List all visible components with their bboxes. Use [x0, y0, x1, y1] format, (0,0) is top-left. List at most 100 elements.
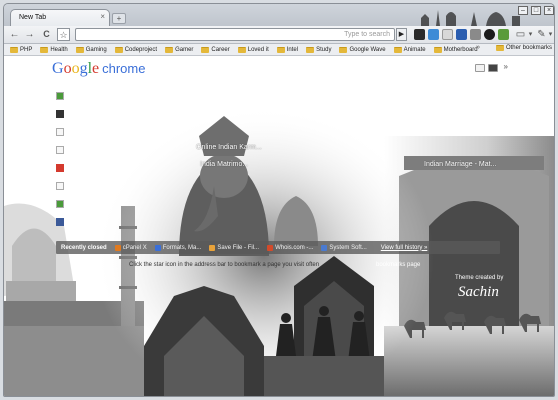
extension-icon[interactable]	[456, 29, 467, 40]
new-tab-page: Google chrome » Online Indian Karm... Ind…	[4, 56, 554, 396]
google-favicon-icon[interactable]	[56, 200, 64, 208]
folder-icon	[10, 46, 18, 53]
bookmark-label: Health	[50, 46, 68, 53]
view-full-history-link[interactable]: View full history »	[381, 245, 428, 251]
recently-closed-label: cPanel X	[122, 244, 147, 251]
bookmark-folder[interactable]: Health	[40, 46, 68, 53]
bookmark-folder[interactable]: Motherboard	[433, 46, 478, 53]
bookmark-label: PHP	[20, 46, 33, 53]
site-favicon-icon	[154, 244, 161, 251]
bookmark-folder[interactable]: Google Wave	[339, 46, 386, 53]
most-visited-favicons	[56, 92, 64, 226]
folder-icon	[114, 46, 123, 53]
folder-icon	[495, 45, 504, 51]
folder-icon	[40, 46, 49, 53]
recently-closed-item[interactable]: cPanel X	[114, 244, 147, 251]
logo-letter: o	[71, 60, 80, 77]
most-visited-tile-label[interactable]: India Matrimo...	[200, 161, 248, 168]
other-bookmarks-folder[interactable]: Other bookmarks	[495, 45, 552, 51]
site-favicon-icon	[209, 244, 216, 251]
bookmarks-bar: PHP Health Gaming Codeproject Gamer Care…	[4, 44, 554, 56]
logo-letter: g	[79, 60, 88, 77]
google-chrome-logo: Google chrome	[52, 60, 145, 78]
most-visited-tile-label[interactable]: Online Indian Karm...	[196, 144, 262, 151]
bookmark-folder[interactable]: Codeproject	[114, 46, 157, 53]
bookmark-folder[interactable]: Animate	[393, 46, 426, 53]
bookmark-label: Intel	[286, 46, 299, 53]
recently-closed-item[interactable]: Formats, Ma...	[154, 244, 202, 251]
recently-closed-label: Formats, Ma...	[162, 244, 202, 251]
bookmark-folder[interactable]: Gamer	[165, 46, 194, 53]
recently-closed-label: Save File - Fil...	[217, 244, 260, 251]
back-button[interactable]: ←	[8, 28, 21, 41]
list-view-icon[interactable]	[488, 64, 498, 72]
folder-icon	[237, 46, 246, 53]
bookmark-label: Gamer	[175, 46, 194, 53]
theme-credit-label: Theme created by	[455, 275, 504, 281]
tab-strip: New Tab × + – □ ×	[4, 4, 554, 26]
recently-closed-title: Recently closed	[61, 244, 107, 251]
facebook-icon[interactable]	[56, 218, 64, 226]
theme-background-image	[4, 106, 554, 396]
bookmark-label: Study	[316, 46, 332, 53]
recently-closed-item[interactable]: Save File - Fil...	[209, 244, 260, 251]
bookmark-folder[interactable]: Intel	[276, 46, 299, 53]
forward-button[interactable]: →	[23, 28, 36, 41]
extension-icon[interactable]	[414, 29, 425, 40]
folder-icon	[433, 46, 442, 53]
close-icon[interactable]: ×	[100, 13, 105, 21]
most-visited-tile-label[interactable]: Indian Marriage - Mat...	[424, 161, 496, 168]
folder-icon	[75, 46, 84, 53]
bookmark-folder[interactable]: PHP	[10, 46, 33, 53]
page-icon[interactable]	[56, 128, 64, 136]
tools-menu-chevron-icon[interactable]: ▾	[544, 28, 554, 41]
extension-icon[interactable]	[442, 29, 453, 40]
thumbnail-view-icon[interactable]	[475, 64, 485, 72]
bookmark-folder[interactable]: Career	[201, 46, 230, 53]
extension-icon[interactable]	[428, 29, 439, 40]
bookmark-folder[interactable]: Study	[306, 46, 332, 53]
folder-icon	[339, 46, 348, 53]
logo-letter: o	[63, 60, 72, 77]
view-more-chevron-icon[interactable]: »	[504, 62, 508, 71]
close-window-button[interactable]: ×	[544, 6, 554, 15]
bookmark-star-button[interactable]: ☆	[57, 28, 70, 41]
recently-closed-item[interactable]: System Soft...	[321, 244, 367, 251]
site-favicon-icon[interactable]	[56, 164, 64, 172]
logo-letter: G	[52, 60, 64, 77]
other-bookmarks-label: Other bookmarks	[505, 45, 552, 51]
reload-button[interactable]: C	[40, 28, 53, 41]
extension-icon[interactable]	[498, 29, 509, 40]
go-button[interactable]: ▶	[396, 28, 407, 41]
bookmark-label: Loved it	[247, 46, 269, 53]
extension-icon[interactable]	[470, 29, 481, 40]
new-tab-button[interactable]: +	[112, 13, 126, 24]
bookmarks-page-link[interactable]: bookmarks page	[376, 262, 420, 268]
bookmark-hint-text: Click the star icon in the address bar t…	[129, 262, 320, 268]
bookmark-label: Motherboard	[443, 46, 478, 53]
folder-icon	[165, 46, 174, 53]
bookmarks-overflow-chevron-icon[interactable]: »	[476, 44, 480, 51]
omnibox-input[interactable]: Type to search	[75, 28, 395, 41]
tab-new-tab[interactable]: New Tab ×	[10, 9, 110, 26]
print-icon[interactable]	[56, 110, 64, 118]
recently-closed-label: Whois.com -...	[275, 244, 314, 251]
folder-icon	[201, 46, 210, 53]
view-toggle	[475, 64, 498, 72]
recently-closed-item[interactable]: Whois.com -...	[267, 244, 314, 251]
theme-skyline-image	[421, 10, 520, 26]
minimize-button[interactable]: –	[518, 6, 528, 15]
bookmark-folder[interactable]: Loved it	[237, 46, 269, 53]
logo-letter: e	[92, 60, 100, 77]
google-favicon-icon[interactable]	[56, 92, 64, 100]
maximize-button[interactable]: □	[531, 6, 541, 15]
window-controls: – □ ×	[518, 6, 554, 15]
extension-icon[interactable]	[484, 29, 495, 40]
page-icon[interactable]	[56, 182, 64, 190]
browser-window: New Tab × + – □ × ← → C ☆ Type to search…	[3, 3, 555, 397]
bookmark-folder[interactable]: Gaming	[75, 46, 107, 53]
page-icon[interactable]	[56, 146, 64, 154]
tab-title: New Tab	[19, 14, 47, 21]
folder-icon	[306, 46, 315, 53]
site-favicon-icon	[321, 244, 328, 251]
